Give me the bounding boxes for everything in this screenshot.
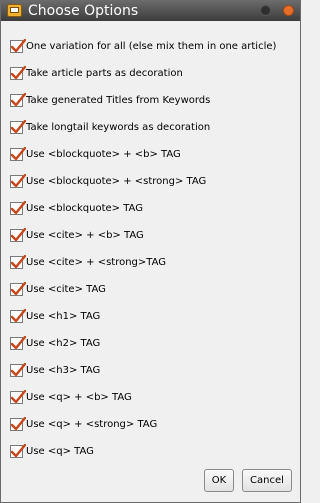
option-6[interactable]: Use <blockquote> + <strong> TAG (10, 173, 206, 189)
option-label: Use <cite> + <b> TAG (26, 229, 144, 241)
checkmark-icon (10, 443, 26, 457)
option-label: Take longtail keywords as decoration (26, 121, 211, 133)
close-icon[interactable] (283, 5, 294, 16)
option-checkbox[interactable] (10, 362, 26, 377)
option-15[interactable]: Use <q> + <strong> TAG (10, 416, 157, 432)
cancel-button[interactable]: Cancel (242, 469, 292, 492)
option-checkbox[interactable] (10, 281, 26, 296)
option-4[interactable]: Take longtail keywords as decoration (10, 119, 210, 135)
option-label: One variation for all (else mix them in … (26, 40, 277, 52)
option-label: Use <q> + <b> TAG (26, 391, 132, 403)
option-2[interactable]: Take article parts as decoration (10, 65, 183, 81)
option-1[interactable]: One variation for all (else mix them in … (10, 38, 276, 54)
option-checkbox[interactable] (10, 65, 26, 80)
option-11[interactable]: Use <h1> TAG (10, 308, 100, 324)
option-checkbox[interactable] (10, 308, 26, 323)
option-label: Use <h3> TAG (26, 364, 101, 376)
option-13[interactable]: Use <h3> TAG (10, 362, 100, 378)
option-label: Take generated Titles from Keywords (26, 94, 211, 106)
option-checkbox[interactable] (10, 173, 26, 188)
option-16[interactable]: Use <q> TAG (10, 443, 94, 459)
checkmark-icon (10, 362, 26, 376)
option-label: Use <q> + <strong> TAG (26, 418, 158, 430)
checkmark-icon (10, 146, 26, 160)
option-label: Take article parts as decoration (26, 67, 183, 79)
option-checkbox[interactable] (10, 335, 26, 350)
checkmark-icon (10, 254, 26, 268)
option-checkbox[interactable] (10, 92, 26, 107)
checkmark-icon (10, 38, 26, 52)
checkmark-icon (10, 227, 26, 241)
option-checkbox[interactable] (10, 38, 26, 53)
option-checkbox[interactable] (10, 146, 26, 161)
option-10[interactable]: Use <cite> TAG (10, 281, 106, 297)
option-checkbox[interactable] (10, 389, 26, 404)
checkmark-icon (10, 65, 26, 79)
checkmark-icon (10, 173, 26, 187)
window-title: Choose Options (28, 3, 139, 19)
option-label: Use <h2> TAG (26, 337, 101, 349)
option-label: Use <cite> TAG (26, 283, 106, 295)
option-7[interactable]: Use <blockquote> TAG (10, 200, 143, 216)
option-checkbox[interactable] (10, 254, 26, 269)
option-label: Use <blockquote> + <b> TAG (26, 148, 181, 160)
option-14[interactable]: Use <q> + <b> TAG (10, 389, 132, 405)
option-label: Use <blockquote> TAG (26, 202, 143, 214)
option-8[interactable]: Use <cite> + <b> TAG (10, 227, 144, 243)
checkmark-icon (10, 281, 26, 295)
option-9[interactable]: Use <cite> + <strong>TAG (10, 254, 166, 270)
checkmark-icon (10, 200, 26, 214)
option-5[interactable]: Use <blockquote> + <b> TAG (10, 146, 181, 162)
checkmark-icon (10, 389, 26, 403)
window-controls (253, 5, 294, 17)
checkmark-icon (10, 119, 26, 133)
checkmark-icon (10, 416, 26, 430)
option-label: Use <cite> + <strong>TAG (26, 256, 167, 268)
option-label: Use <blockquote> + <strong> TAG (26, 175, 207, 187)
option-label: Use <q> TAG (26, 445, 94, 457)
option-12[interactable]: Use <h2> TAG (10, 335, 100, 351)
minimize-icon[interactable] (259, 5, 271, 16)
option-checkbox[interactable] (10, 227, 26, 242)
options-app-icon (7, 4, 22, 17)
option-label: Use <h1> TAG (26, 310, 101, 322)
checkmark-icon (10, 92, 26, 106)
title-bar[interactable]: Choose Options (1, 1, 300, 21)
checkmark-icon (10, 335, 26, 349)
option-3[interactable]: Take generated Titles from Keywords (10, 92, 210, 108)
option-checkbox[interactable] (10, 119, 26, 134)
choose-options-dialog: Choose Options One variation for all (el… (0, 0, 301, 503)
option-checkbox[interactable] (10, 443, 26, 458)
ok-button[interactable]: OK (204, 469, 234, 492)
checkmark-icon (10, 308, 26, 322)
option-checkbox[interactable] (10, 416, 26, 431)
option-checkbox[interactable] (10, 200, 26, 215)
